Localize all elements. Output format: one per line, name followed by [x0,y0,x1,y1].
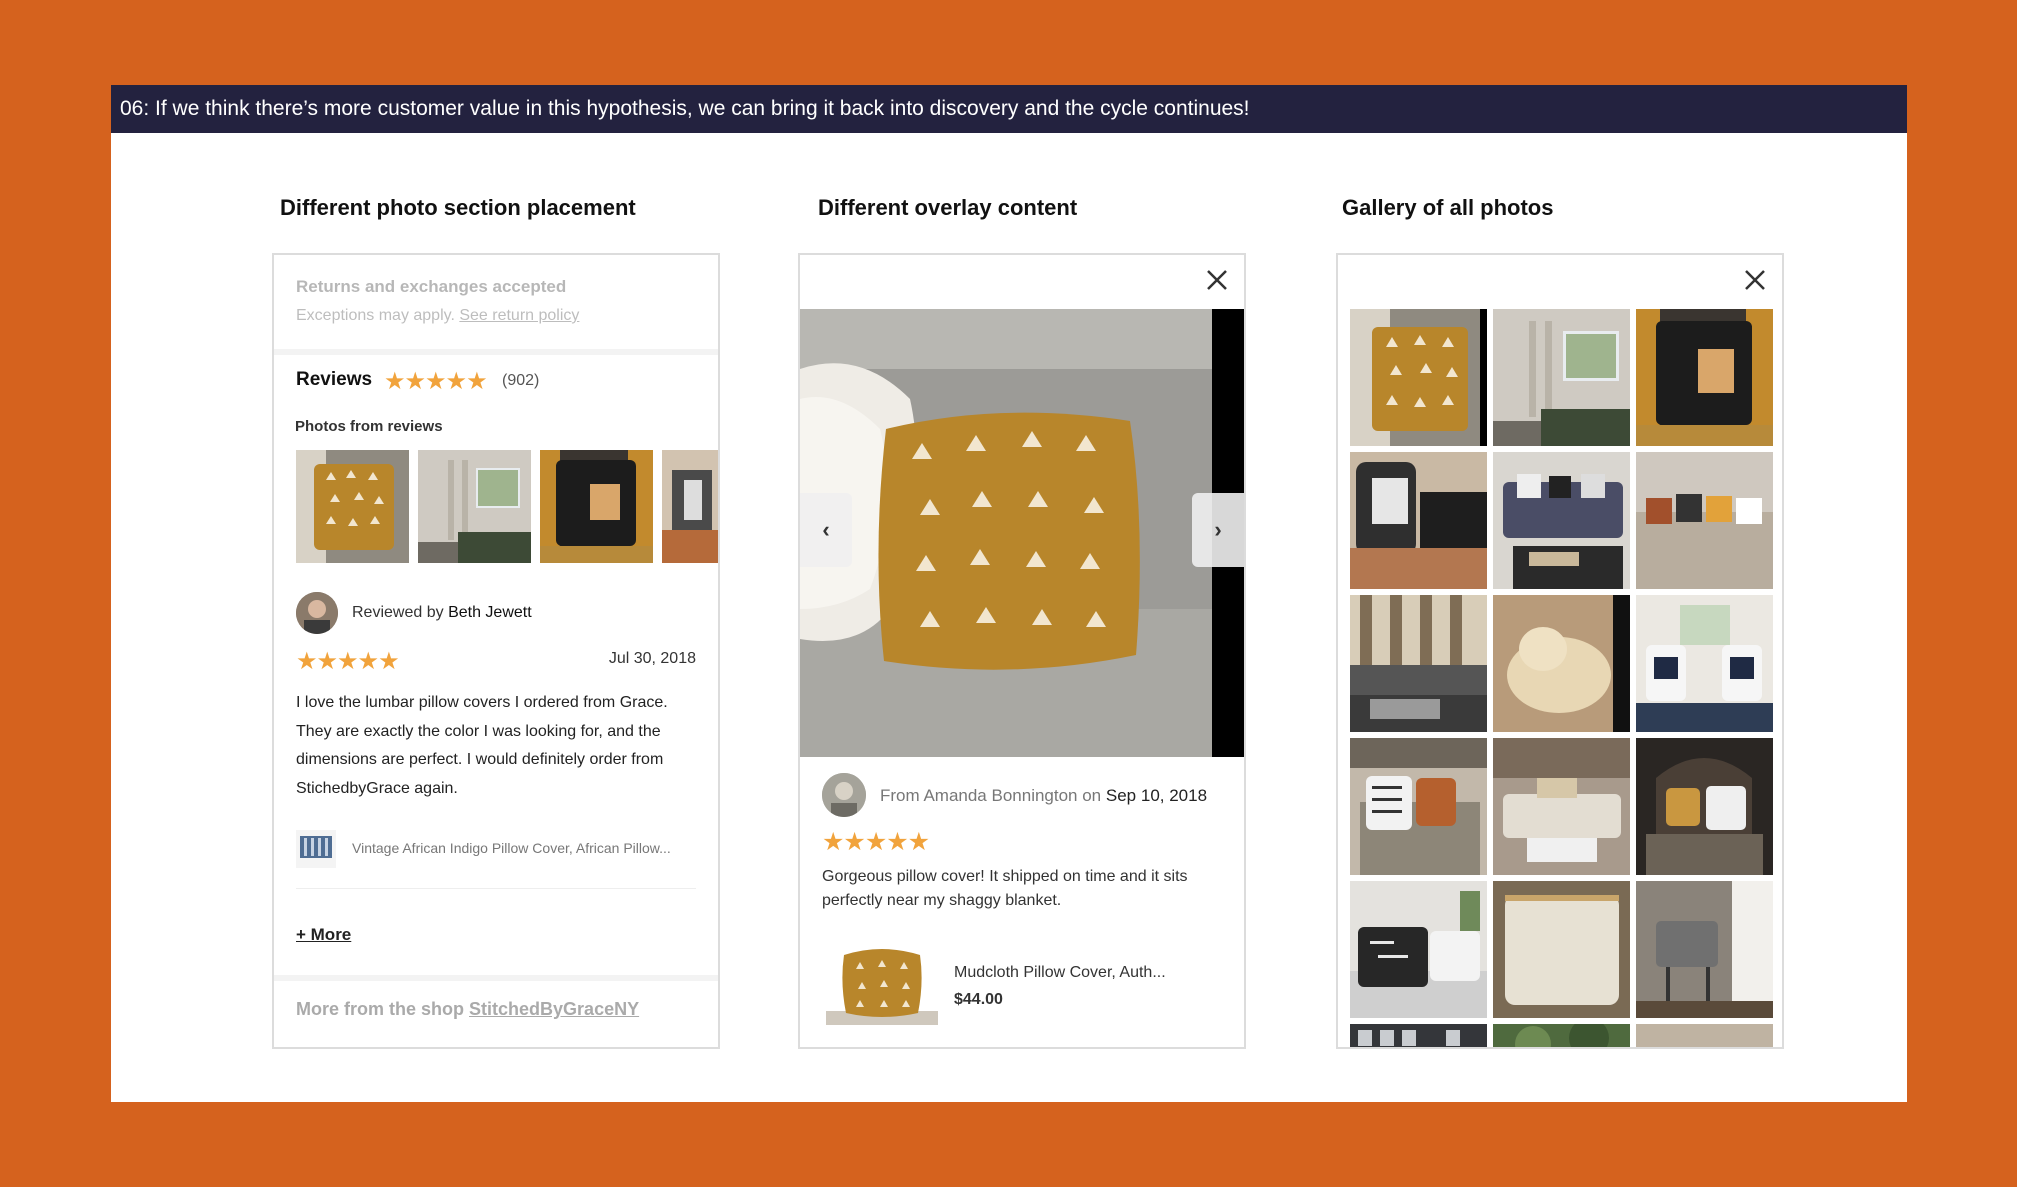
photo-placement-mockup: Returns and exchanges accepted Exception… [272,253,720,1049]
gallery-photo[interactable] [1493,1024,1630,1047]
gallery-photo[interactable] [1636,452,1773,589]
gallery-photo[interactable] [1493,881,1630,1018]
reviewed-item-thumb[interactable] [296,830,336,868]
review-photo-thumb[interactable] [540,450,653,563]
overlay-review-photo [800,309,1244,757]
overlay-mockup: ‹ › From Amanda Bonnington on Sep 10, 20… [798,253,1246,1049]
gallery-photo[interactable] [1493,309,1630,446]
gallery-photo[interactable] [1493,738,1630,875]
reviewed-by-text: Reviewed by Beth Jewett [352,604,532,622]
return-policy-link[interactable]: See return policy [459,307,579,324]
photos-from-reviews-label: Photos from reviews [295,418,443,435]
rating-stars: ★★★★★ [384,368,488,395]
gallery-photo[interactable] [1350,595,1487,732]
close-icon[interactable] [1740,265,1770,295]
section-divider [274,349,718,355]
gallery-photo[interactable] [1636,738,1773,875]
gallery-mockup [1336,253,1784,1049]
review-date: Sep 10, 2018 [1105,786,1208,805]
exceptions-text: Exceptions may apply. [296,307,455,324]
reviewed-item-title[interactable]: Vintage African Indigo Pillow Cover, Afr… [352,840,671,856]
shop-prefix: More from the shop [296,999,465,1019]
review-photo-thumb[interactable] [662,450,718,563]
reviewer-name[interactable]: Beth Jewett [448,604,532,621]
column-title-placement: Different photo section placement [280,195,636,220]
review-photo-thumb[interactable] [296,450,409,563]
gallery-photo[interactable] [1350,1024,1487,1047]
column-title-gallery: Gallery of all photos [1342,195,1554,220]
returns-section: Returns and exchanges accepted Exception… [274,255,718,349]
review-body: I love the lumbar pillow covers I ordere… [296,694,668,797]
review-stars: ★★★★★ [822,828,930,856]
gallery-photo[interactable] [1636,1024,1773,1047]
gallery-photo[interactable] [1350,738,1487,875]
from-prefix: From Amanda Bonnington on [880,786,1102,805]
reviewer-avatar[interactable] [296,592,338,634]
shop-link[interactable]: StitchedByGraceNY [469,999,639,1019]
overlay-reviewer-row: From Amanda Bonnington on Sep 10, 2018 [822,773,1232,819]
next-photo-button[interactable]: › [1192,493,1244,567]
review-date: Jul 30, 2018 [608,650,696,667]
reviewed-by-prefix: Reviewed by [352,604,444,621]
product-price: $44.00 [954,991,1003,1008]
reviews-title: Reviews [296,369,373,390]
gallery-photo[interactable] [1493,595,1630,732]
review-photo-thumb[interactable] [418,450,531,563]
reviewer-row: Reviewed by Beth Jewett [296,592,696,636]
review-photo-strip[interactable] [296,450,718,563]
header-bar: 06: If we think there’s more customer va… [111,85,1907,133]
chevron-right-icon: › [1214,517,1222,542]
more-reviews-link[interactable]: + More [296,925,351,945]
gallery-photo[interactable] [1350,309,1487,446]
returns-title: Returns and exchanges accepted [296,277,567,296]
gallery-photo[interactable] [1636,309,1773,446]
gallery-photo[interactable] [1493,452,1630,589]
close-icon[interactable] [1202,265,1232,295]
product-thumbnail[interactable] [826,939,938,1025]
review-body: Gorgeous pillow cover! It shipped on tim… [822,868,1188,909]
review-attribution: From Amanda Bonnington on Sep 10, 2018 [880,786,1207,806]
returns-exceptions: Exceptions may apply. See return policy [296,307,579,325]
gallery-photo[interactable] [1350,881,1487,1018]
gallery-photo[interactable] [1636,595,1773,732]
review-count[interactable]: (902) [502,372,539,390]
column-title-overlay: Different overlay content [818,195,1078,220]
divider [296,888,696,889]
review-stars: ★★★★★ [296,648,400,675]
reviewer-avatar[interactable] [822,773,866,817]
section-divider [274,975,718,981]
product-name[interactable]: Mudcloth Pillow Cover, Auth... [954,964,1166,982]
chevron-left-icon: ‹ [822,517,830,542]
previous-photo-button[interactable]: ‹ [800,493,852,567]
slide: 06: If we think there’s more customer va… [111,85,1907,1102]
gallery-photo[interactable] [1636,881,1773,1018]
reviewed-item-row[interactable]: Vintage African Indigo Pillow Cover, Afr… [296,830,706,874]
more-from-shop: More from the shop StitchedByGraceNY [296,999,639,1020]
gallery-photo[interactable] [1350,452,1487,589]
